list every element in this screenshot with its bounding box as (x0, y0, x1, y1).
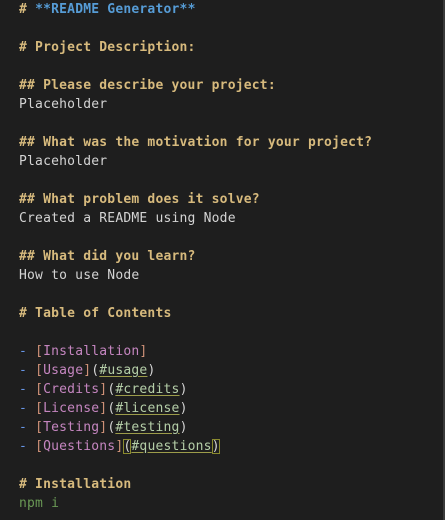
toc-link-text[interactable]: Usage (43, 363, 83, 378)
line-blank (19, 228, 437, 247)
line-a-problem: Created a README using Node (19, 209, 437, 228)
url-close-paren: ) (211, 439, 220, 454)
toc-link-text[interactable]: Testing (43, 420, 99, 435)
list-bullet: - (19, 382, 36, 397)
list-bullet: - (19, 420, 36, 435)
installation-heading: # Installation (19, 477, 132, 492)
problem-answer: Created a README using Node (19, 211, 236, 226)
list-bullet: - (19, 401, 36, 416)
toc-item-installation[interactable]: - [Installation] (19, 342, 437, 361)
line-title: # **README Generator** (19, 0, 437, 19)
learn-answer: How to use Node (19, 268, 140, 283)
toc-link-url[interactable]: #testing (115, 420, 179, 435)
toc-item-testing[interactable]: - [Testing](#testing) (19, 418, 437, 437)
line-q-problem: ## What problem does it solve? (19, 190, 437, 209)
link-open-bracket: [ (35, 439, 44, 454)
toc-link-url[interactable]: #license (115, 401, 179, 416)
line-blank (19, 19, 437, 38)
link-open-bracket: [ (35, 420, 44, 435)
toc-item-credits[interactable]: - [Credits](#credits) (19, 380, 437, 399)
line-q-describe: ## Please describe your project: (19, 76, 437, 95)
list-bullet: - (19, 363, 36, 378)
link-close-bracket: ] (139, 344, 148, 359)
line-toc-heading: # Table of Contents (19, 304, 437, 323)
line-q-motivation: ## What was the motivation for your proj… (19, 133, 437, 152)
link-open-bracket: [ (35, 363, 44, 378)
url-close-paren: ) (147, 363, 156, 378)
toc-link-url[interactable]: #credits (115, 382, 179, 397)
line-blank (19, 323, 437, 342)
link-open-bracket: [ (35, 382, 44, 397)
line-a-motivation: Placeholder (19, 152, 437, 171)
toc-link-text[interactable]: Credits (43, 382, 99, 397)
link-open-bracket: [ (35, 344, 44, 359)
installation-command: npm i (19, 496, 60, 511)
list-bullet: - (19, 344, 36, 359)
link-open-bracket: [ (35, 401, 44, 416)
describe-heading: ## Please describe your project: (19, 78, 276, 93)
motivation-answer: Placeholder (19, 154, 108, 169)
markdown-editor[interactable]: # **README Generator** # Project Descrip… (0, 0, 445, 520)
line-installation-cmd: npm i (19, 494, 437, 513)
toc-link-text[interactable]: Installation (43, 344, 139, 359)
toc-link-text[interactable]: Questions (43, 439, 115, 454)
toc-link-url[interactable]: #usage (99, 363, 147, 378)
title-hash: # (19, 2, 36, 17)
toc-item-questions[interactable]: - [Questions](#questions) (19, 437, 437, 456)
toc-link-text[interactable]: License (43, 401, 99, 416)
learn-heading: ## What did you learn? (19, 249, 196, 264)
toc-heading: # Table of Contents (19, 306, 172, 321)
describe-answer: Placeholder (19, 97, 108, 112)
editor-lines: # **README Generator** # Project Descrip… (19, 0, 437, 513)
line-blank (19, 171, 437, 190)
problem-heading: ## What problem does it solve? (19, 192, 260, 207)
list-bullet: - (19, 439, 36, 454)
line-blank (19, 285, 437, 304)
line-blank (19, 57, 437, 76)
line-a-learn: How to use Node (19, 266, 437, 285)
motivation-heading: ## What was the motivation for your proj… (19, 135, 373, 150)
toc-link-url[interactable]: #questions (131, 439, 211, 454)
url-close-paren: ) (179, 420, 188, 435)
toc-item-usage[interactable]: - [Usage](#usage) (19, 361, 437, 380)
line-q-learn: ## What did you learn? (19, 247, 437, 266)
line-project-description: # Project Description: (19, 38, 437, 57)
line-a-describe: Placeholder (19, 95, 437, 114)
project-description-heading: # Project Description: (19, 40, 196, 55)
url-close-paren: ) (179, 382, 188, 397)
line-blank (19, 114, 437, 133)
url-close-paren: ) (179, 401, 188, 416)
line-blank (19, 456, 437, 475)
toc-item-license[interactable]: - [License](#license) (19, 399, 437, 418)
line-installation-heading: # Installation (19, 475, 437, 494)
title-text: **README Generator** (35, 2, 196, 17)
